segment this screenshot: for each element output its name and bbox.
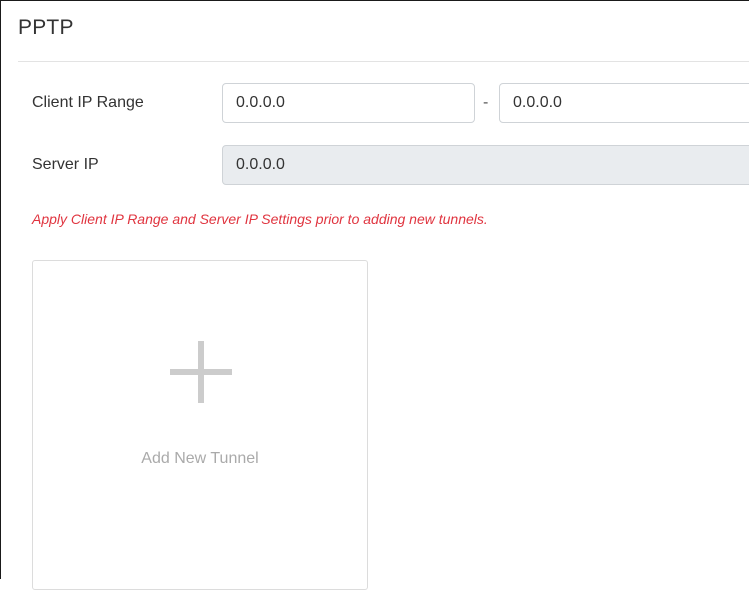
title-divider	[18, 61, 749, 62]
pptp-panel: PPTP Client IP Range - Server IP Apply C…	[0, 0, 749, 590]
section-title: PPTP	[18, 16, 74, 39]
plus-icon-vertical	[198, 341, 204, 403]
settings-warning-message: Apply Client IP Range and Server IP Sett…	[32, 211, 488, 227]
server-ip-input	[222, 145, 749, 185]
server-ip-label: Server IP	[32, 156, 99, 173]
client-ip-range-label: Client IP Range	[32, 94, 144, 111]
add-new-tunnel-label: Add New Tunnel	[141, 450, 259, 467]
client-ip-range-end-input[interactable]	[499, 83, 749, 123]
range-separator: -	[483, 94, 489, 111]
client-ip-range-start-input[interactable]	[222, 83, 475, 123]
plus-icon	[170, 341, 232, 403]
add-new-tunnel-button[interactable]: Add New Tunnel	[32, 260, 368, 590]
